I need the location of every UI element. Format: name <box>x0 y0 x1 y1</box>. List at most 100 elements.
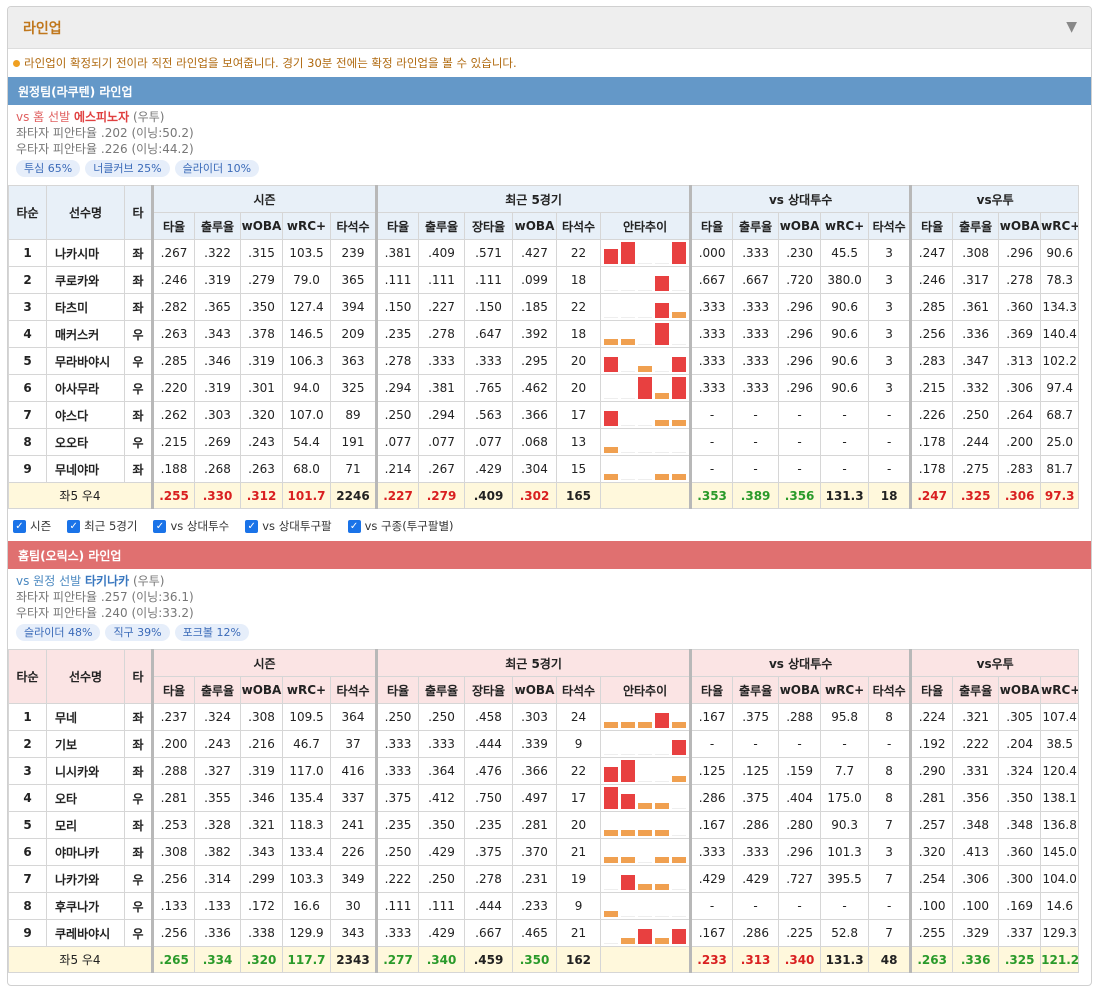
table-row[interactable]: 8 오오타 우 .215.269.243 54.4 191.077.077.077.068… <box>8 428 1080 456</box>
total-recent-stat: .340 <box>418 946 466 973</box>
home-lineup-table-wrap[interactable]: 타순 선수명 타 시즌 최근 5경기 vs 상대투수 vs우투 타율 출루율 wOBA wRC+ 타석… <box>8 649 1091 975</box>
table-row[interactable]: 6 야마나카 좌 .308.382.343 133.4 226.250.429.375.3… <box>8 838 1080 866</box>
vs-hand-stat: .257 <box>909 811 954 839</box>
player-name[interactable]: 나카시마 <box>46 239 125 267</box>
pitcher-name[interactable]: 타키나카 <box>85 574 129 588</box>
recent-stat: .111 <box>375 892 420 920</box>
recent-stat: .267 <box>418 455 466 483</box>
player-name[interactable]: 야마나카 <box>46 838 125 866</box>
toggle-vs-hand[interactable]: ✓ vs 상대투구팔 <box>245 518 332 534</box>
player-name[interactable]: 타츠미 <box>46 293 125 321</box>
pitch-pill: 너클커브 25% <box>85 160 170 177</box>
hit-trend-bar <box>672 474 687 480</box>
checkbox-checked-icon[interactable]: ✓ <box>347 519 361 533</box>
away-lineup-table-wrap[interactable]: 타순 선수명 타 시즌 최근 5경기 vs 상대투수 vs우투 타율 출루율 wOBA wRC+ 타석… <box>8 185 1091 511</box>
player-name[interactable]: 야스다 <box>46 401 125 429</box>
player-name[interactable]: 무네 <box>46 703 125 731</box>
vs-pitcher-stat: - <box>689 730 734 758</box>
player-name[interactable]: 아사무라 <box>46 374 125 402</box>
toggle-label: vs 상대투구팔 <box>262 519 332 533</box>
table-row[interactable]: 1 무네 좌 .237.324.308 109.5 364.250.250.458.303… <box>8 703 1080 731</box>
player-name[interactable]: 후쿠나가 <box>46 892 125 920</box>
hit-trend-bars <box>602 921 690 946</box>
vs-hand-stat: 104.0 <box>1040 865 1080 893</box>
player-name[interactable]: 오타 <box>46 784 125 812</box>
checkbox-checked-icon[interactable]: ✓ <box>153 519 167 533</box>
player-name[interactable]: 매커스커 <box>46 320 125 348</box>
player-name[interactable]: 쿠레바야시 <box>46 919 125 947</box>
vs-hand-stat: .348 <box>952 811 1000 839</box>
season-stat: .308 <box>151 838 195 866</box>
checkbox-checked-icon[interactable]: ✓ <box>245 519 259 533</box>
season-stat: 241 <box>329 811 378 839</box>
toggle-vs-pitcher[interactable]: ✓ vs 상대투수 <box>153 518 229 534</box>
season-stat: 416 <box>329 757 378 785</box>
hit-trend-bar <box>638 366 653 372</box>
notice: 라인업이 확정되기 전이라 직전 라인업을 보여줍니다. 경기 30분 전에는 … <box>8 49 1091 77</box>
player-name[interactable]: 니시카와 <box>46 757 125 785</box>
batting-order: 9 <box>8 919 47 947</box>
vs-pitcher-stat: - <box>732 730 780 758</box>
hit-trend-chart <box>600 401 692 429</box>
batting-order: 7 <box>8 401 47 429</box>
recent-stat: 21 <box>556 838 602 866</box>
vs-hand-stat: .178 <box>909 455 954 483</box>
player-name[interactable]: 기보 <box>46 730 125 758</box>
lineup-header[interactable]: 라인업 ▼ <box>8 7 1091 49</box>
triangle-down-icon[interactable]: ▼ <box>1066 19 1077 35</box>
toggle-vs-pitch-type[interactable]: ✓ vs 구종(투구팔별) <box>347 518 454 534</box>
table-row[interactable]: 7 야스다 좌 .262.303.320 107.0 89.250.294.563.366… <box>8 401 1080 429</box>
col-header: wOBA <box>998 676 1042 704</box>
season-stat: 394 <box>329 293 378 321</box>
total-recent-stat: .279 <box>418 482 466 509</box>
player-name[interactable]: 모리 <box>46 811 125 839</box>
checkbox-checked-icon[interactable]: ✓ <box>67 519 81 533</box>
player-name[interactable]: 무라바야시 <box>46 347 125 375</box>
hit-trend-bar <box>604 339 619 345</box>
player-name[interactable]: 쿠로카와 <box>46 266 125 294</box>
recent-stat: .444 <box>464 892 514 920</box>
recent-stat: .111 <box>375 266 420 294</box>
table-row[interactable]: 8 후쿠나가 우 .133.133.172 16.6 30.111.111.444.233… <box>8 892 1080 920</box>
player-name[interactable]: 무네야마 <box>46 455 125 483</box>
recent-stat: .250 <box>375 703 420 731</box>
season-stat: .237 <box>151 703 195 731</box>
season-stat: .346 <box>240 784 283 812</box>
vs-hand-stat: .356 <box>952 784 1000 812</box>
player-name[interactable]: 오오타 <box>46 428 125 456</box>
table-row[interactable]: 2 쿠로카와 좌 .246.319.279 79.0 365.111.111.111.09… <box>8 266 1080 294</box>
toggle-season[interactable]: ✓ 시즌 <box>13 518 51 534</box>
table-row[interactable]: 1 나카시마 좌 .267.322.315 103.5 239.381.409.571.4… <box>8 239 1080 267</box>
checkbox-checked-icon[interactable]: ✓ <box>13 519 26 533</box>
table-row[interactable]: 3 타츠미 좌 .282.365.350 127.4 394.150.227.150.18… <box>8 293 1080 321</box>
toggle-recent5[interactable]: ✓ 최근 5경기 <box>67 518 137 534</box>
table-row[interactable]: 9 쿠레바야시 우 .256.336.338 129.9 343.333.429.667.… <box>8 919 1080 947</box>
table-row[interactable]: 3 니시카와 좌 .288.327.319 117.0 416.333.364.476.3… <box>8 757 1080 785</box>
hit-trend-bar <box>655 884 670 890</box>
hit-trend-bar <box>621 760 636 782</box>
hit-trend-bar <box>638 344 653 345</box>
table-row[interactable]: 7 나카가와 우 .256.314.299 103.3 349.222.250.278.2… <box>8 865 1080 893</box>
hit-trend-bar <box>621 339 636 345</box>
hit-trend-bars <box>602 403 690 428</box>
vs-pitcher-stat: 3 <box>868 347 912 375</box>
table-row[interactable]: 2 기보 좌 .200.243.216 46.7 37.333.333.444.339 9-… <box>8 730 1080 758</box>
recent-stat: 17 <box>556 401 602 429</box>
total-vs-pitcher-stat: 131.3 <box>820 946 870 973</box>
recent-stat: .429 <box>418 838 466 866</box>
table-row[interactable]: 4 매커스커 우 .263.343.378 146.5 209.235.278.647.3… <box>8 320 1080 348</box>
table-row[interactable]: 9 무네야마 좌 .188.268.263 68.0 71.214.267.429.304… <box>8 455 1080 483</box>
table-row[interactable]: 4 오타 우 .281.355.346 135.4 337.375.412.750.497… <box>8 784 1080 812</box>
table-row[interactable]: 5 모리 좌 .253.328.321 118.3 241.235.350.235.281… <box>8 811 1080 839</box>
player-name[interactable]: 나카가와 <box>46 865 125 893</box>
recent-stat: .476 <box>464 757 514 785</box>
hit-trend-bar <box>672 929 687 944</box>
season-stat: .267 <box>151 239 195 267</box>
table-row[interactable]: 6 아사무라 우 .220.319.301 94.0 325.294.381.765.46… <box>8 374 1080 402</box>
pitcher-name[interactable]: 에스피노자 <box>74 110 129 124</box>
hit-trend-bar <box>638 754 653 755</box>
vs-pitcher-stat: .286 <box>732 919 780 947</box>
hit-trend-bar <box>672 290 687 291</box>
table-row[interactable]: 5 무라바야시 우 .285.346.319 106.3 363.278.333.333.… <box>8 347 1080 375</box>
recent-stat: .235 <box>375 320 420 348</box>
